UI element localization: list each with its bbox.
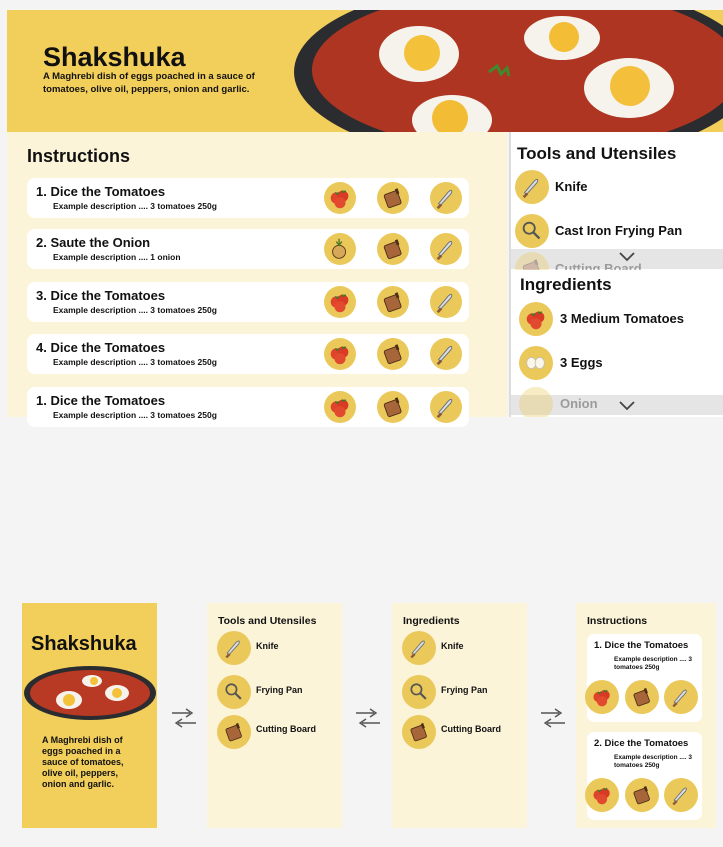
mobile-ingredients-title: Ingredients xyxy=(403,615,460,627)
knife-icon[interactable] xyxy=(430,233,462,265)
mobile-ingredients-card: Ingredients Knife Frying Pan Cutting Boa… xyxy=(392,603,527,828)
hero-banner: Shakshuka A Maghrebi dish of eggs poache… xyxy=(7,10,723,132)
mobile-step-description: Example description .... 3 tomatoes 250g xyxy=(614,754,693,769)
onion-icon xyxy=(519,387,553,417)
ingredient-label: 3 Medium Tomatoes xyxy=(560,311,685,326)
knife-icon[interactable] xyxy=(430,391,462,423)
frying-pan-icon[interactable] xyxy=(217,675,251,709)
swap-arrows-icon[interactable] xyxy=(354,705,382,729)
instructions-panel: Instructions 1. Dice the Tomatoes Exampl… xyxy=(7,132,507,427)
step-description: Example description .... 1 onion xyxy=(53,252,181,262)
cutting-board-icon[interactable] xyxy=(625,778,659,812)
mobile-step-title: 1. Dice the Tomatoes xyxy=(594,640,689,651)
cutting-board-icon[interactable] xyxy=(377,391,409,423)
mobile-step-title: 2. Dice the Tomatoes xyxy=(594,738,689,749)
tomato-icon[interactable] xyxy=(585,680,619,714)
mobile-step-card[interactable]: 2. Dice the Tomatoes Example description… xyxy=(585,732,702,820)
cutting-board-icon[interactable] xyxy=(377,182,409,214)
step-card[interactable]: 1. Dice the Tomatoes Example description… xyxy=(27,178,469,218)
knife-icon[interactable] xyxy=(430,182,462,214)
mobile-tool-label: Cutting Board xyxy=(256,724,316,734)
chevron-down-icon[interactable] xyxy=(618,399,636,413)
mobile-hero-title: Shakshuka xyxy=(31,633,137,655)
tomato-icon[interactable] xyxy=(324,286,356,318)
chevron-down-icon[interactable] xyxy=(618,250,636,264)
knife-icon xyxy=(515,170,549,204)
tool-item[interactable]: Knife xyxy=(515,170,721,204)
step-title: 4. Dice the Tomatoes xyxy=(36,340,166,355)
ingredient-label: Onion xyxy=(560,396,598,411)
mobile-hero-description: A Maghrebi dish of eggs poached in a sau… xyxy=(42,735,124,789)
side-panel: Tools and Utensiles Knife Cast Iron Fryi… xyxy=(509,132,723,417)
mobile-tools-card: Tools and Utensiles Knife Frying Pan Cut… xyxy=(207,603,342,828)
instructions-title: Instructions xyxy=(27,146,131,166)
step-title: 2. Saute the Onion xyxy=(36,235,151,250)
ingredients-title: Ingredients xyxy=(520,275,612,294)
cutting-board-icon xyxy=(515,252,549,270)
step-card[interactable]: 4. Dice the Tomatoes Example description… xyxy=(27,334,469,374)
mobile-pan-image xyxy=(24,666,156,720)
tomato-icon xyxy=(519,302,553,336)
tomato-icon[interactable] xyxy=(324,391,356,423)
swap-arrows-icon[interactable] xyxy=(170,705,198,729)
step-card[interactable]: 3. Dice the Tomatoes Example description… xyxy=(27,282,469,322)
knife-icon[interactable] xyxy=(402,631,436,665)
ingredient-item[interactable]: 3 Eggs xyxy=(519,346,723,380)
mobile-tool-label: Frying Pan xyxy=(256,685,303,695)
cutting-board-icon[interactable] xyxy=(377,338,409,370)
onion-icon[interactable] xyxy=(324,233,356,265)
hero-title: Shakshuka xyxy=(43,42,186,72)
hero-description: A Maghrebi dish of eggs poached in a sau… xyxy=(43,71,255,95)
tomato-icon[interactable] xyxy=(324,338,356,370)
cutting-board-icon[interactable] xyxy=(625,680,659,714)
mobile-tool-label: Knife xyxy=(256,641,279,651)
mobile-step-description: Example description .... 3 tomatoes 250g xyxy=(614,656,693,671)
step-description: Example description .... 3 tomatoes 250g xyxy=(53,305,217,315)
knife-icon[interactable] xyxy=(664,680,698,714)
eggs-icon xyxy=(519,346,553,380)
mobile-tools-title: Tools and Utensiles xyxy=(218,615,317,627)
swap-arrows-icon[interactable] xyxy=(539,705,567,729)
mobile-hero-card: Shakshuka A Maghrebi dish of eggs poache… xyxy=(22,603,157,828)
tomato-icon[interactable] xyxy=(585,778,619,812)
tomato-icon[interactable] xyxy=(324,182,356,214)
step-description: Example description .... 3 tomatoes 250g xyxy=(53,410,217,420)
mobile-step-card[interactable]: 1. Dice the Tomatoes Example description… xyxy=(585,634,702,722)
shakshuka-pan-image xyxy=(294,10,723,132)
mobile-ingredient-label: Cutting Board xyxy=(441,724,501,734)
tool-label: Knife xyxy=(555,179,588,194)
mobile-ingredient-label: Knife xyxy=(441,641,464,651)
step-title: 1. Dice the Tomatoes xyxy=(36,184,166,199)
step-title: 3. Dice the Tomatoes xyxy=(36,288,166,303)
step-card[interactable]: 2. Saute the Onion Example description .… xyxy=(27,229,469,269)
knife-icon[interactable] xyxy=(217,631,251,665)
tools-title: Tools and Utensiles xyxy=(517,144,677,163)
ingredient-label: 3 Eggs xyxy=(560,355,603,370)
cutting-board-icon[interactable] xyxy=(377,286,409,318)
step-card[interactable]: 1. Dice the Tomatoes Example description… xyxy=(27,387,469,427)
frying-pan-icon[interactable] xyxy=(402,675,436,709)
cutting-board-icon[interactable] xyxy=(402,715,436,749)
step-description: Example description .... 3 tomatoes 250g xyxy=(53,357,217,367)
knife-icon[interactable] xyxy=(430,286,462,318)
mobile-instructions-title: Instructions xyxy=(587,615,648,627)
step-title: 1. Dice the Tomatoes xyxy=(36,393,166,408)
tool-label: Cast Iron Frying Pan xyxy=(555,223,683,238)
knife-icon[interactable] xyxy=(430,338,462,370)
tool-item[interactable]: Cast Iron Frying Pan xyxy=(515,214,721,248)
mobile-instructions-card: Instructions 1. Dice the Tomatoes Exampl… xyxy=(576,603,716,828)
knife-icon[interactable] xyxy=(664,778,698,812)
ingredient-item[interactable]: 3 Medium Tomatoes xyxy=(519,302,723,336)
cutting-board-icon[interactable] xyxy=(217,715,251,749)
frying-pan-icon xyxy=(515,214,549,248)
cutting-board-icon[interactable] xyxy=(377,233,409,265)
step-description: Example description .... 3 tomatoes 250g xyxy=(53,201,217,211)
mobile-ingredient-label: Frying Pan xyxy=(441,685,488,695)
